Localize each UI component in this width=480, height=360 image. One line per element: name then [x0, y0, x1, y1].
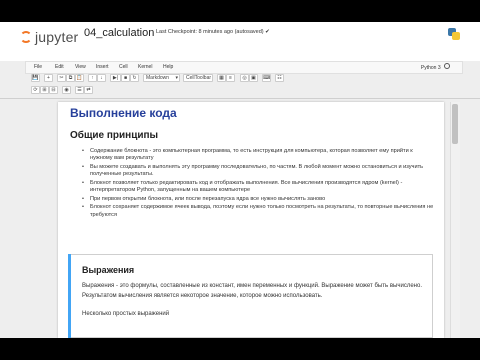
- extension-button-2[interactable]: ≡: [226, 74, 235, 82]
- cell-border: Выражения Выражения - это формулы, соста…: [71, 254, 433, 338]
- heading-principles: Общие принципы: [70, 130, 159, 141]
- collapse-icon: ⊟: [51, 87, 56, 93]
- save-button[interactable]: 💾: [31, 74, 40, 82]
- record-button[interactable]: ◉: [62, 86, 71, 94]
- list-item: При первом открытии блокнота, или после …: [82, 196, 436, 204]
- selected-markdown-cell[interactable]: Выражения Выражения - это формулы, соста…: [58, 254, 444, 338]
- run-icon: ▶|: [112, 75, 119, 81]
- menu-cell[interactable]: Cell: [119, 64, 128, 70]
- extension-button-4[interactable]: ▣: [249, 74, 258, 82]
- notebook-header: jupyter 04_calculation Last Checkpoint: …: [0, 22, 480, 61]
- plus-icon: +: [47, 75, 50, 81]
- menu-insert[interactable]: Insert: [96, 64, 109, 70]
- extension-button-1[interactable]: ▦: [217, 74, 226, 82]
- list-icon: ≡: [229, 75, 232, 81]
- jupyter-logo[interactable]: jupyter: [20, 29, 80, 46]
- paste-button[interactable]: 📋: [75, 74, 84, 82]
- header-divider: [0, 98, 480, 99]
- menu-file[interactable]: File: [34, 64, 42, 70]
- kernel-indicator[interactable]: Python 3: [421, 63, 450, 71]
- arrow-down-icon: ↓: [100, 75, 103, 81]
- notebook-title[interactable]: 04_calculation: [84, 27, 154, 39]
- reload-icon: ⟳: [33, 87, 38, 93]
- jupyter-logo-icon: [20, 31, 32, 43]
- swap-icon: ⇄: [86, 87, 91, 93]
- move-up-button[interactable]: ↑: [88, 74, 97, 82]
- scrollbar[interactable]: [450, 102, 460, 338]
- menu-list-button[interactable]: ☰: [75, 86, 84, 94]
- grid-icon: ▦: [219, 75, 224, 81]
- checkpoint-status: Last Checkpoint: 8 minutes ago (autosave…: [156, 29, 270, 35]
- bookmark-icon: ▣: [251, 75, 256, 81]
- list-item: Блокнот сохраняет содержимое ячеек вывод…: [82, 204, 436, 219]
- run-button[interactable]: ▶|: [110, 74, 121, 82]
- notebook-page: Выполнение кода Общие принципы Содержани…: [58, 102, 444, 338]
- paragraph-examples: Несколько простых выражений: [82, 311, 170, 317]
- paste-icon: 📋: [76, 75, 83, 81]
- restart-icon: ↻: [132, 75, 137, 81]
- record-icon: ◉: [64, 87, 69, 93]
- reload-button[interactable]: ⟳: [31, 86, 40, 94]
- keyboard-icon: ⌨: [263, 75, 271, 81]
- checkpoint-text: Last Checkpoint: 8 minutes ago (autosave…: [156, 29, 264, 35]
- heading-execution: Выполнение кода: [70, 106, 177, 120]
- paragraph-expressions: Выражения - это формулы, составленные из…: [82, 283, 422, 299]
- collapse-button[interactable]: ⊟: [49, 86, 58, 94]
- copy-button[interactable]: ⧉: [66, 74, 75, 82]
- jupyter-window: jupyter 04_calculation Last Checkpoint: …: [0, 22, 480, 338]
- python-logo-icon: [448, 28, 460, 40]
- extension-button-6[interactable]: ☷: [275, 74, 284, 82]
- chevron-down-icon: ▾: [175, 75, 178, 81]
- menu-help[interactable]: Help: [163, 64, 173, 70]
- interrupt-button[interactable]: ■: [121, 74, 130, 82]
- circle-icon: [444, 63, 450, 69]
- scissors-icon: ✂: [59, 75, 64, 81]
- menu-icon: ☰: [77, 87, 82, 93]
- save-icon: 💾: [32, 75, 39, 81]
- cell-type-label: Markdown: [146, 75, 170, 81]
- toc-icon: ☷: [277, 75, 282, 81]
- stop-icon: ■: [123, 75, 128, 81]
- cell-toolbar-label: CellToolbar: [186, 75, 212, 81]
- list-item: Содержание блокнота - это компьютерная п…: [82, 148, 436, 163]
- restart-button[interactable]: ↻: [130, 74, 139, 82]
- copy-icon: ⧉: [68, 75, 73, 81]
- extension-button-5[interactable]: ⌨: [262, 74, 271, 82]
- extension-button-3[interactable]: ◎: [240, 74, 249, 82]
- principles-list: Содержание блокнота - это компьютерная п…: [80, 148, 436, 220]
- jupyter-logo-text: jupyter: [35, 29, 79, 45]
- scrollbar-thumb[interactable]: [452, 104, 458, 144]
- kernel-name: Python 3: [420, 65, 441, 71]
- expand-button[interactable]: ⊞: [40, 86, 49, 94]
- expand-icon: ⊞: [42, 87, 47, 93]
- swap-button[interactable]: ⇄: [84, 86, 93, 94]
- menu-view[interactable]: View: [75, 64, 86, 70]
- insert-cell-button[interactable]: +: [44, 74, 53, 82]
- cell-toolbar-button[interactable]: CellToolbar: [183, 74, 213, 82]
- list-item: Блокнот позволяет только редактировать к…: [82, 180, 436, 195]
- list-item: Вы можете создавать и выполнять эту прог…: [82, 164, 436, 179]
- heading-expressions: Выражения: [82, 265, 135, 275]
- target-icon: ◎: [242, 75, 247, 81]
- cell-type-select[interactable]: Markdown ▾: [143, 74, 180, 82]
- cut-button[interactable]: ✂: [57, 74, 66, 82]
- move-down-button[interactable]: ↓: [97, 74, 106, 82]
- arrow-up-icon: ↑: [91, 75, 94, 81]
- menu-kernel[interactable]: Kernel: [138, 64, 152, 70]
- check-icon: ✔: [265, 29, 270, 35]
- menubar: File Edit View Insert Cell Kernel Help P…: [25, 61, 463, 74]
- menu-edit[interactable]: Edit: [55, 64, 64, 70]
